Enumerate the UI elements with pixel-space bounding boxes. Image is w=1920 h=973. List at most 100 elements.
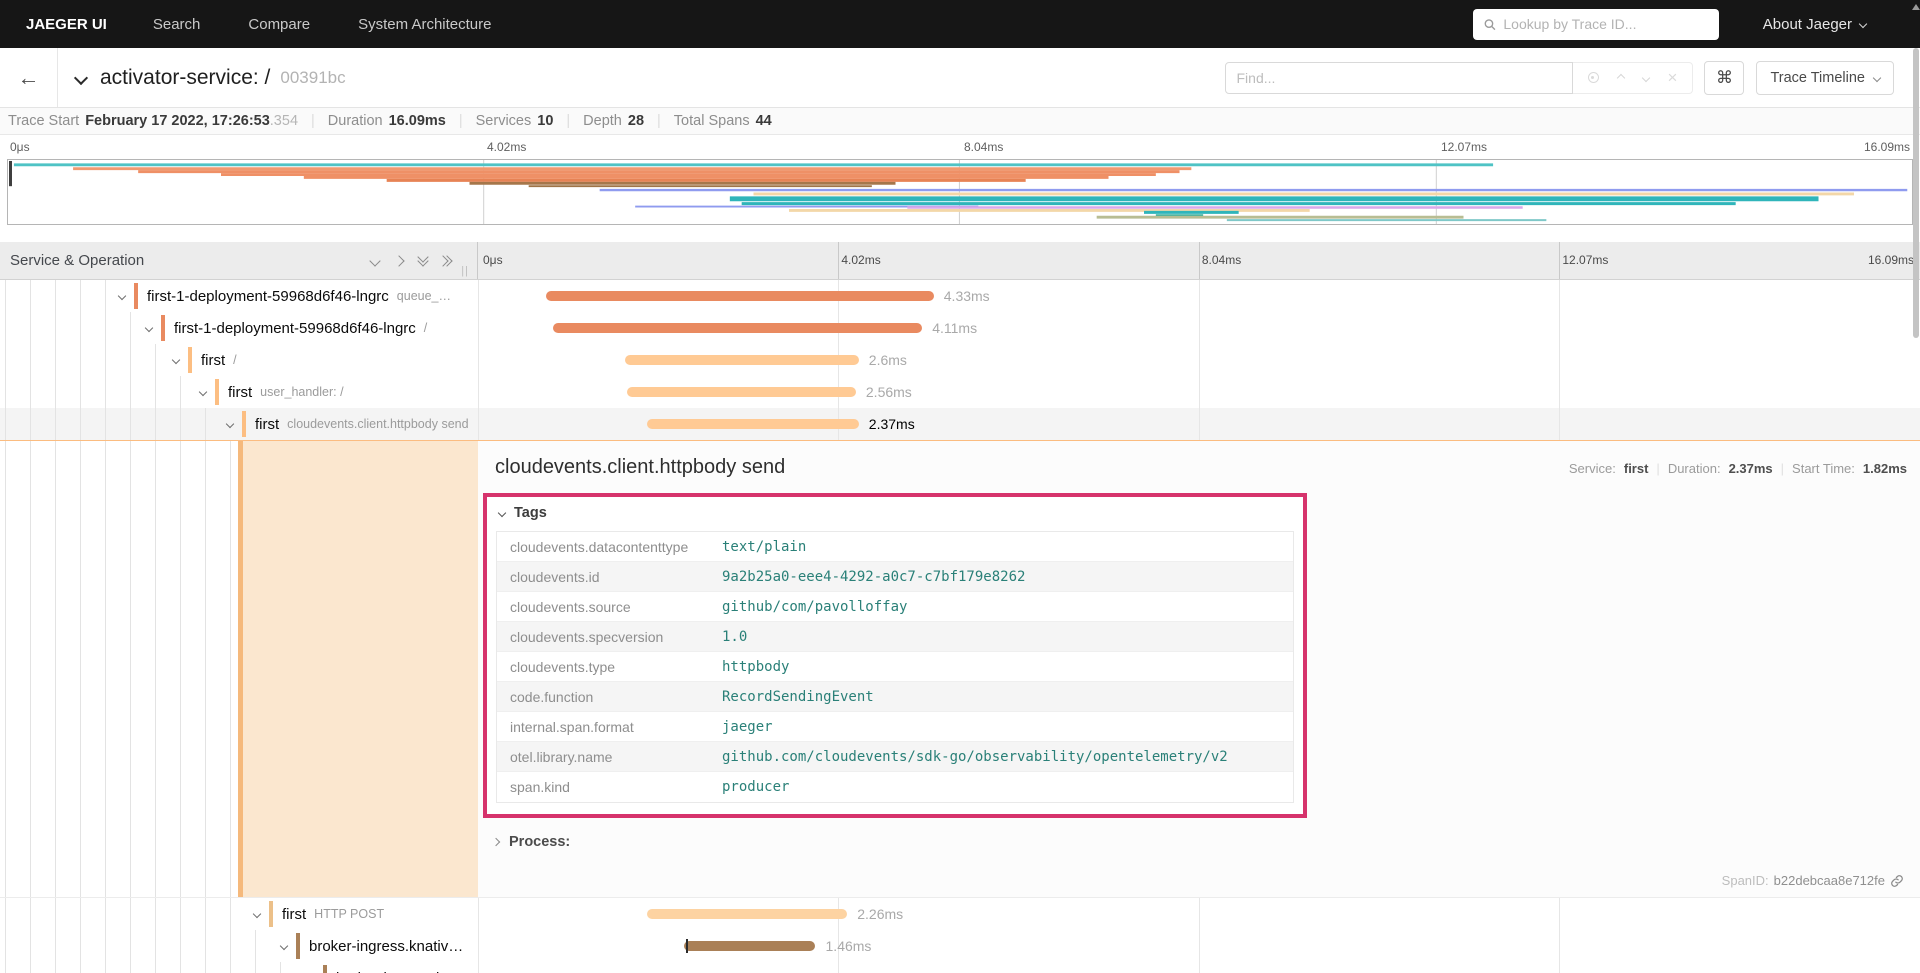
chevron-down-icon[interactable] bbox=[279, 941, 289, 951]
tag-row[interactable]: otel.library.name github.com/cloudevents/… bbox=[497, 742, 1293, 772]
span-row[interactable]: broker-ingress.knativ… 1.46ms bbox=[0, 930, 1920, 962]
span-bar[interactable] bbox=[545, 291, 934, 301]
tag-row[interactable]: span.kind producer bbox=[497, 772, 1293, 802]
focus-match-icon[interactable] bbox=[1587, 72, 1599, 83]
trace-id: 00391bc bbox=[280, 67, 346, 87]
span-bar[interactable] bbox=[684, 939, 816, 953]
span-row[interactable]: first HTTP POST 2.26ms bbox=[0, 898, 1920, 930]
service-name: first bbox=[282, 905, 307, 923]
span-duration-label: 4.33ms bbox=[943, 288, 990, 304]
indent-guides bbox=[5, 376, 196, 408]
trace-minimap: 0μs 4.02ms 8.04ms 12.07ms 16.09ms bbox=[0, 135, 1920, 235]
tag-row[interactable]: cloudevents.source github/com/pavolloffay bbox=[497, 592, 1293, 622]
tag-row[interactable]: cloudevents.datacontenttype text/plain bbox=[497, 532, 1293, 562]
nav-item-search[interactable]: Search bbox=[153, 16, 201, 33]
chevron-down-icon[interactable] bbox=[117, 291, 127, 301]
chevron-down-icon bbox=[1872, 73, 1882, 82]
service-color-bar bbox=[161, 315, 165, 341]
trace-start-label: Trace Start bbox=[8, 113, 80, 129]
service-name: broker-ingress.knativ… bbox=[309, 937, 464, 955]
duration-value: 16.09ms bbox=[388, 113, 446, 129]
total-spans-value: 44 bbox=[755, 113, 772, 129]
trace-view-selector[interactable]: Trace Timeline bbox=[1756, 60, 1894, 95]
nav-item-system-architecture[interactable]: System Architecture bbox=[358, 16, 491, 33]
service-color-bar bbox=[134, 283, 138, 309]
span-duration-label: 1.46ms bbox=[825, 938, 872, 954]
chevron-down-icon[interactable] bbox=[144, 323, 154, 333]
search-icon bbox=[1484, 18, 1496, 30]
tag-row[interactable]: code.function RecordSendingEvent bbox=[497, 682, 1293, 712]
tags-section-header[interactable]: Tags bbox=[487, 497, 1303, 529]
timeline-tick: 16.09ms bbox=[1867, 253, 1914, 267]
span-row[interactable]: broker-ingress.kn… 1.28ms bbox=[0, 962, 1920, 973]
span-id-label: SpanID: bbox=[1721, 873, 1769, 888]
span-row-selected[interactable]: first cloudevents.client.httpbody send 2… bbox=[0, 408, 1920, 440]
collapse-one-icon[interactable] bbox=[369, 254, 381, 267]
trace-lookup-box[interactable] bbox=[1472, 8, 1719, 40]
operation-name: / bbox=[233, 353, 237, 367]
span-row[interactable]: first user_handler: / 2.56ms bbox=[0, 376, 1920, 408]
chevron-down-icon[interactable] bbox=[252, 909, 262, 919]
service-name: broker-ingress.kn… bbox=[336, 970, 467, 973]
scrollbar-thumb[interactable] bbox=[1913, 48, 1919, 338]
process-section-header[interactable]: Process: bbox=[491, 834, 1907, 850]
operation-name: user_handler: / bbox=[260, 385, 344, 399]
span-duration-label: 2.26ms bbox=[857, 906, 904, 922]
span-detail-title: cloudevents.client.httpbody send bbox=[495, 456, 786, 478]
next-match-icon[interactable] bbox=[1641, 73, 1650, 82]
service-name: first-1-deployment-59968d6f46-lngrc bbox=[147, 287, 389, 305]
detail-indent-strip bbox=[238, 441, 478, 897]
span-rows: first-1-deployment-59968d6f46-lngrc queu… bbox=[0, 280, 1920, 973]
service-value: first bbox=[1623, 461, 1649, 476]
chevron-down-icon[interactable] bbox=[171, 355, 181, 365]
operation-name: HTTP POST bbox=[314, 907, 385, 921]
chevron-down-icon[interactable] bbox=[225, 419, 235, 429]
minimap-range-selector[interactable] bbox=[7, 159, 1913, 225]
page-scrollbar[interactable] bbox=[1912, 0, 1920, 973]
link-icon[interactable] bbox=[1890, 874, 1904, 888]
timeline-tick: 12.07ms bbox=[1562, 253, 1609, 267]
service-color-bar bbox=[188, 347, 192, 373]
minimap-spans-graph bbox=[8, 160, 1908, 224]
trace-lookup-input[interactable] bbox=[1503, 16, 1709, 32]
service-color-bar bbox=[215, 379, 219, 405]
tag-row[interactable]: cloudevents.id 9a2b25a0-eee4-4292-a0c7-c7… bbox=[497, 562, 1293, 592]
span-bar[interactable] bbox=[626, 387, 856, 397]
collapse-trace-chevron-icon[interactable] bbox=[73, 70, 89, 85]
span-bar[interactable] bbox=[625, 355, 859, 365]
nav-item-compare[interactable]: Compare bbox=[248, 16, 310, 33]
timeline-tick: 4.02ms bbox=[841, 253, 881, 267]
span-bar[interactable] bbox=[552, 323, 923, 333]
column-resize-handle[interactable]: || bbox=[461, 265, 469, 277]
span-duration-label: 2.37ms bbox=[868, 416, 915, 432]
duration-value: 2.37ms bbox=[1728, 461, 1773, 476]
collapse-all-icon[interactable] bbox=[417, 250, 429, 267]
span-row[interactable]: first-1-deployment-59968d6f46-lngrc queu… bbox=[0, 280, 1920, 312]
tag-row[interactable]: cloudevents.specversion 1.0 bbox=[497, 622, 1293, 652]
service-color-bar bbox=[242, 411, 246, 437]
timeline-header: Service & Operation || 0μs 4.02ms 8.04ms… bbox=[0, 242, 1920, 280]
previous-match-icon[interactable] bbox=[1616, 73, 1625, 82]
span-row[interactable]: first / 2.6ms bbox=[0, 344, 1920, 376]
tag-row[interactable]: internal.span.format jaeger bbox=[497, 712, 1293, 742]
span-detail-panel: cloudevents.client.httpbody send Service… bbox=[478, 441, 1920, 897]
keyboard-shortcuts-button[interactable]: ⌘ bbox=[1704, 60, 1745, 95]
about-jaeger-menu[interactable]: About Jaeger bbox=[1763, 16, 1868, 33]
span-bar[interactable] bbox=[646, 419, 859, 429]
indent-guides bbox=[5, 441, 238, 897]
expand-all-icon[interactable] bbox=[437, 254, 453, 267]
service-color-bar bbox=[323, 965, 327, 973]
scroll-up-arrow-icon[interactable] bbox=[1912, 4, 1920, 10]
app-brand[interactable]: JAEGER UI bbox=[26, 16, 107, 33]
span-bar[interactable] bbox=[646, 909, 848, 919]
back-button[interactable]: ← bbox=[0, 48, 58, 107]
span-row[interactable]: first-1-deployment-59968d6f46-lngrc / 4.… bbox=[0, 312, 1920, 344]
tag-row[interactable]: cloudevents.type httpbody bbox=[497, 652, 1293, 682]
expand-one-icon[interactable] bbox=[393, 254, 405, 267]
find-input[interactable] bbox=[1224, 61, 1573, 94]
start-time-label: Start Time: bbox=[1792, 461, 1855, 476]
span-duration-label: 4.11ms bbox=[932, 320, 978, 336]
chevron-down-icon[interactable] bbox=[198, 387, 208, 397]
span-id-value: b22debcaa8e712fe bbox=[1773, 873, 1885, 888]
clear-find-icon[interactable]: × bbox=[1668, 69, 1678, 86]
